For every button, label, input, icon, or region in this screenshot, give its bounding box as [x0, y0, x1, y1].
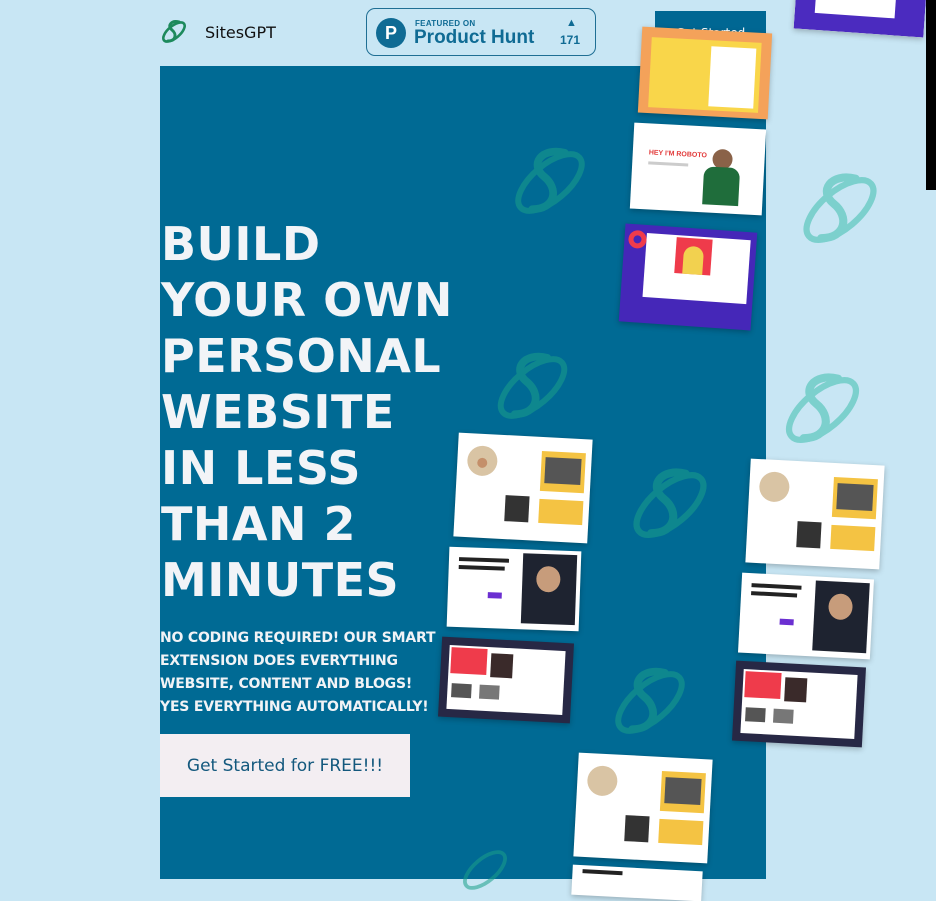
watermark-logo-icon: [463, 850, 507, 890]
template-preview-red-purple: [618, 223, 758, 331]
product-hunt-icon: P: [376, 18, 406, 48]
template-preview-portrait-c: [573, 752, 713, 864]
hero-subtext: NO CODING REQUIRED! OUR SMART EXTENSION …: [160, 630, 436, 715]
get-started-free-button[interactable]: Get Started for FREE!!!: [160, 734, 410, 797]
watermark-logo-icon: [497, 352, 568, 419]
watermark-logo-icon: [515, 147, 585, 214]
product-hunt-name: Product Hunt: [414, 27, 535, 48]
watermark-logo-icon: [633, 468, 707, 538]
upvote-arrow-icon: ▲: [566, 17, 577, 29]
brand-name: SitesGPT: [205, 22, 276, 42]
watermark-logo-icon: [615, 667, 685, 734]
watermark-logo-icon: [786, 373, 859, 443]
scrollbar[interactable]: [926, 0, 936, 190]
template-preview-navy-a: [437, 636, 575, 724]
template-preview-navy-b: [731, 660, 867, 748]
upvote-count: 171: [560, 33, 581, 47]
preview-heading: HEY I'M ROBOTO: [648, 149, 708, 160]
template-preview-bottom: [571, 864, 703, 901]
template-preview-roboto: HEY I'M ROBOTO: [629, 122, 767, 216]
hero-headline: BUILD YOUR OWN PERSONAL WEBSITE IN LESS …: [161, 217, 453, 607]
template-preview-dark-portrait-a: [446, 546, 582, 632]
watermark-logo-icon: [803, 173, 877, 243]
template-preview-yellow: [637, 26, 773, 120]
template-preview-portrait-b: [745, 458, 885, 570]
template-preview-portrait-a: [453, 432, 593, 544]
template-preview-dark-portrait-b: [737, 572, 875, 660]
brand-logo[interactable]: SitesGPT: [159, 16, 276, 48]
product-hunt-badge[interactable]: P FEATURED ON Product Hunt ▲ 171: [366, 8, 596, 56]
sitesgpt-logo-icon: [162, 20, 186, 43]
